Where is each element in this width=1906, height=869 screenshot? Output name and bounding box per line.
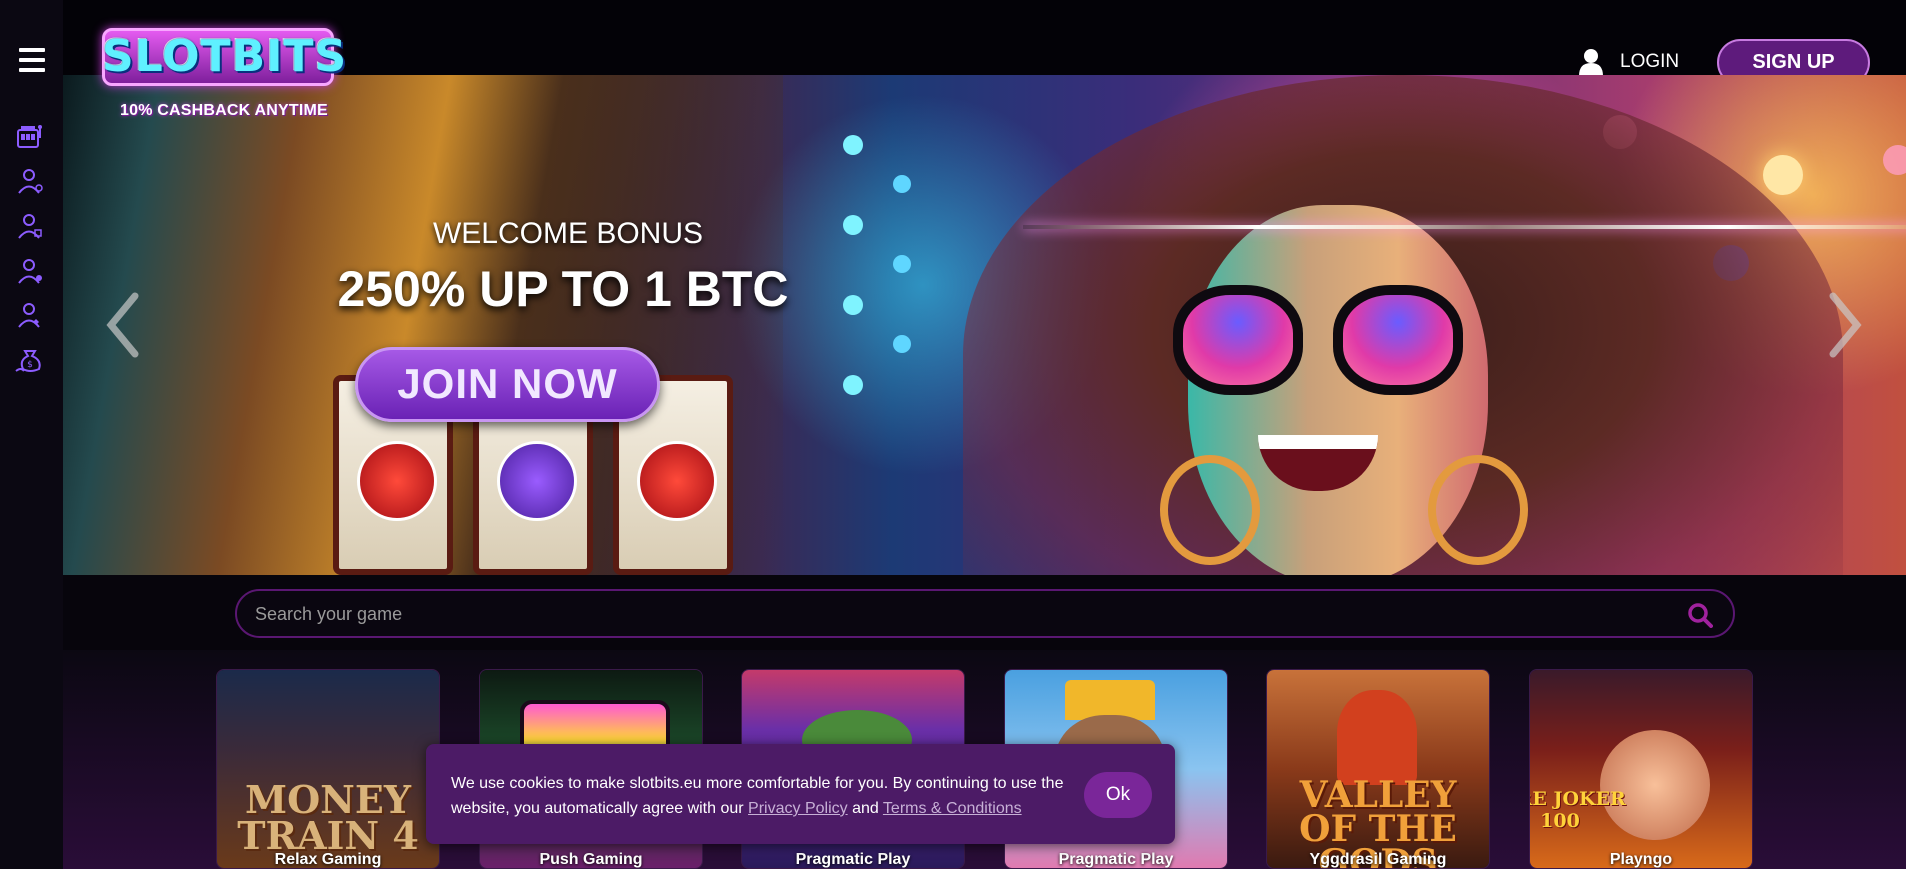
game-provider: Pragmatic Play — [1058, 851, 1174, 868]
crown-art — [1065, 680, 1155, 720]
search-input[interactable] — [255, 601, 1635, 627]
hero-next-arrow-icon[interactable] — [1825, 290, 1865, 360]
game-logo-text: MONEY TRAIN 4 — [237, 777, 419, 858]
terms-link[interactable]: Terms & Conditions — [883, 800, 1022, 817]
logo-text: SLOTBITS — [102, 31, 348, 82]
menu-icon[interactable] — [19, 48, 45, 72]
dealer-icon[interactable] — [15, 211, 45, 241]
privacy-policy-link[interactable]: Privacy Policy — [748, 800, 848, 817]
game-provider: Yggdrasil Gaming — [1309, 851, 1447, 868]
svg-text:$: $ — [27, 360, 33, 370]
reel-symbol — [357, 441, 437, 521]
game-provider: Playngo — [1609, 851, 1673, 868]
bokeh-light — [843, 215, 863, 235]
hero-subtitle: WELCOME BONUS — [432, 217, 704, 250]
hero-prev-arrow-icon[interactable] — [103, 290, 143, 360]
game-provider: Relax Gaming — [274, 851, 382, 868]
game-art-shape — [1337, 690, 1417, 785]
hero-title: 250% UP TO 1 BTC — [337, 261, 789, 317]
bokeh-light — [893, 255, 911, 273]
game-card[interactable]: FIRE JOKER 100 Playngo — [1529, 669, 1753, 869]
cookie-banner: We use cookies to make slotbits.eu more … — [426, 744, 1175, 844]
cookie-message: We use cookies to make slotbits.eu more … — [451, 771, 1081, 821]
bokeh-light — [1883, 145, 1906, 175]
hoop-earring — [1160, 455, 1260, 565]
sunglasses-right-lens — [1333, 285, 1463, 395]
bokeh-light — [893, 335, 911, 353]
login-label: LOGIN — [1620, 51, 1680, 72]
live-dealer-icon[interactable] — [15, 166, 45, 196]
sunglasses-left-lens — [1173, 285, 1303, 395]
bokeh-light — [893, 175, 911, 193]
reel-symbol — [637, 441, 717, 521]
game-card[interactable]: VALLEY OF THE GODS Yggdrasil Gaming — [1266, 669, 1490, 869]
lens-flare — [1023, 225, 1906, 229]
slot-machine-icon[interactable] — [15, 122, 45, 152]
game-provider: Pragmatic Play — [795, 851, 911, 868]
reel-symbol — [497, 441, 577, 521]
bokeh-light — [843, 135, 863, 155]
game-logo-text: FIRE JOKER 100 — [1530, 788, 1626, 832]
bokeh-light — [1763, 155, 1803, 195]
bokeh-light — [843, 375, 863, 395]
game-provider: Push Gaming — [539, 851, 643, 868]
hoop-earring — [1428, 455, 1528, 565]
money-bag-icon[interactable]: $ — [15, 345, 45, 375]
cashback-tagline: 10% CASHBACK ANYTIME — [120, 102, 328, 119]
table-games-icon[interactable] — [15, 256, 45, 286]
cookie-and: and — [847, 800, 883, 817]
login-button[interactable]: LOGIN — [1578, 48, 1679, 76]
hero-banner: WELCOME BONUS 250% UP TO 1 BTC JOIN NOW — [63, 75, 1906, 575]
user-icon — [1579, 49, 1603, 76]
game-card[interactable]: MONEY TRAIN 4 Relax Gaming — [216, 669, 440, 869]
poker-dealer-icon[interactable] — [15, 300, 45, 330]
search-icon[interactable] — [1687, 602, 1713, 628]
join-now-button[interactable]: JOIN NOW — [355, 347, 660, 422]
site-logo[interactable]: SLOTBITS — [102, 28, 348, 88]
sidebar-rail: $ — [0, 0, 63, 869]
search-bar — [235, 589, 1735, 638]
cookie-ok-button[interactable]: Ok — [1084, 772, 1152, 818]
